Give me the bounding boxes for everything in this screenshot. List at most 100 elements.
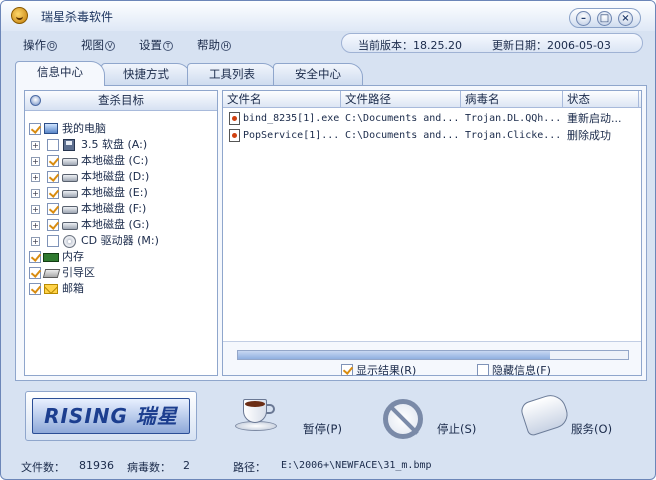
menu-operation-key: O [47,41,57,51]
window-controls: – □ × [569,8,641,28]
infected-file-icon [229,129,240,142]
virus-count-label: 病毒数： [127,461,171,474]
title-bar[interactable]: 瑞星杀毒软件 – □ × [1,1,655,31]
column-status[interactable]: 状态 [563,91,639,108]
menu-view-label: 视图 [81,38,104,52]
checkbox[interactable] [29,267,41,279]
disk-icon [62,206,78,214]
tree-item-label: 本地磁盘 (C:) [81,154,149,167]
cell-virus-name: Trojan.Clicke... [465,130,562,141]
expand-icon[interactable]: + [31,221,40,230]
tree-item-label: 本地磁盘 (G:) [81,218,150,231]
hide-info-label: 隐藏信息 [492,364,536,377]
minimize-button[interactable]: – [576,11,591,26]
column-file-name[interactable]: 文件名 [223,91,341,108]
infected-file-icon [229,112,240,125]
checkbox[interactable] [47,203,59,215]
menu-help[interactable]: 帮助 H [197,37,231,53]
hide-info-checkbox[interactable] [477,364,489,376]
stop-key: S [464,422,472,436]
menu-settings-key: T [163,41,173,51]
tree-item-label: 我的电脑 [62,122,106,135]
expand-icon[interactable]: + [31,173,40,182]
memory-icon [43,253,59,262]
pause-label: 暂停(P) [303,422,342,436]
checkbox[interactable] [29,123,41,135]
expand-icon[interactable]: + [31,205,40,214]
results-footer: 显示结果(R) 隐藏信息(F) [223,341,641,378]
service-button[interactable]: 服务(O) [509,387,645,445]
stop-icon [383,399,423,439]
disk-icon [62,222,78,230]
tab-security-center[interactable]: 安全中心 [273,63,363,85]
show-results-key: R [404,364,412,377]
checkbox[interactable] [29,283,41,295]
tree-item-label: 本地磁盘 (F:) [81,202,147,215]
checkbox[interactable] [47,139,59,151]
hide-info-key: F [540,364,547,377]
window-title: 瑞星杀毒软件 [41,10,114,24]
scan-path-value: E:\2006+\NEWFACE\31_m.bmp [281,460,432,471]
hide-info-option[interactable]: 隐藏信息(F) [477,362,551,378]
tab-tools[interactable]: 工具列表 [187,63,277,85]
rising-logo: RISING 瑞星 [25,391,197,441]
tree-item-label: 本地磁盘 (E:) [81,186,148,199]
hand-icon [518,391,572,437]
scan-target-header[interactable]: 查杀目标 [25,91,217,111]
mailbox-icon [44,284,58,294]
expand-icon[interactable]: + [31,141,40,150]
disk-icon [62,174,78,182]
cell-virus-name: Trojan.DL.QQh... [465,113,562,124]
tab-info-center[interactable]: 信息中心 [15,61,105,86]
pause-key: P [330,422,338,436]
menu-operation[interactable]: 操作 O [23,37,57,53]
show-results-checkbox[interactable] [341,364,353,376]
table-row[interactable]: bind_8235[1].exe C:\Documents and... Tro… [223,110,641,127]
cd-icon [63,235,76,248]
stop-label-text: 停止 [437,422,460,436]
checkbox[interactable] [47,171,59,183]
scan-target-title: 查杀目标 [98,93,144,107]
tab-shortcuts[interactable]: 快捷方式 [101,63,191,85]
menu-settings[interactable]: 设置 T [139,37,173,53]
menu-operation-label: 操作 [23,38,46,52]
scan-progress-fill [238,351,550,359]
stop-button[interactable]: 停止(S) [363,387,503,445]
expand-icon[interactable]: + [31,157,40,166]
checkbox[interactable] [47,155,59,167]
cell-file-name: bind_8235[1].exe [243,113,340,124]
expand-icon[interactable]: + [31,189,40,198]
menu-settings-label: 设置 [139,38,162,52]
disk-icon [62,190,78,198]
pause-button[interactable]: 暂停(P) [219,387,357,445]
floppy-icon [63,139,75,151]
checkbox[interactable] [47,235,59,247]
tab-strip: 信息中心 快捷方式 工具列表 安全中心 [15,61,655,86]
files-count-value: 81936 [79,459,114,472]
status-bar: 文件数： 81936 病毒数： 2 路径： E:\2006+\NEWFACE\3… [1,453,655,479]
cell-file-path: C:\Documents and... [345,113,460,124]
expand-icon[interactable]: + [31,237,40,246]
menu-view[interactable]: 视图 V [81,37,115,53]
close-button[interactable]: × [618,11,633,26]
target-icon [30,95,41,106]
restore-button[interactable]: □ [597,11,612,26]
show-results-option[interactable]: 显示结果(R) [341,362,416,378]
scan-results-panel: 文件名 文件路径 病毒名 状态 bind_8235[1].exe C:\Docu… [222,90,642,378]
menu-help-key: H [221,41,231,51]
app-window: 瑞星杀毒软件 – □ × 操作 O 视图 V 设置 T 帮助 H 当前版本：18.25.… [0,0,656,480]
checkbox[interactable] [47,187,59,199]
checkbox[interactable] [47,219,59,231]
boot-sector-icon [42,269,61,278]
computer-icon [44,123,58,134]
tree-item-label: CD 驱动器 (M:) [81,234,159,247]
tree-item-label: 本地磁盘 (D:) [81,170,150,183]
column-virus-name[interactable]: 病毒名 [461,91,563,108]
service-label: 服务(O) [571,422,613,436]
column-file-path[interactable]: 文件路径 [341,91,461,108]
coffee-cup-icon [235,397,277,431]
scan-target-panel: 查杀目标 我的电脑 + 3.5 软盘 (A:) + 本地磁盘 (C:) + 本地… [24,90,218,376]
checkbox[interactable] [29,251,41,263]
table-row[interactable]: PopService[1]... C:\Documents and... Tro… [223,127,641,144]
service-key: O [598,422,608,436]
